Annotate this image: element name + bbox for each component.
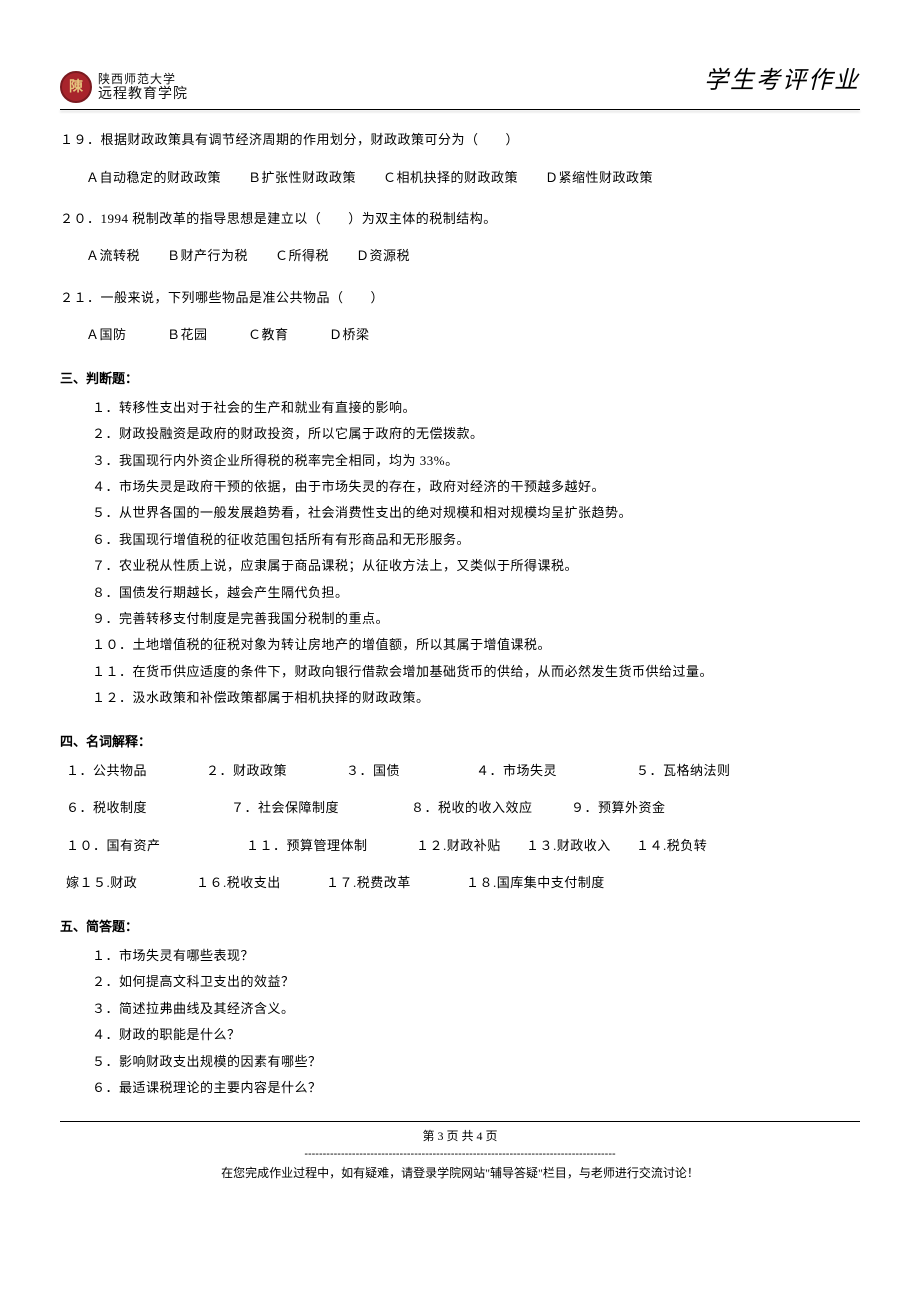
judgment-item: ２．财政投融资是政府的财政投资，所以它属于政府的无偿拨款。 (60, 422, 860, 445)
footer-dashed-line: ----------------------------------------… (60, 1148, 860, 1161)
term-item: １３.财政收入 (526, 834, 636, 857)
term-item: ７．社会保障制度 (231, 796, 411, 819)
short-answer-item: ３．简述拉弗曲线及其经济含义。 (60, 997, 860, 1020)
judgment-item: １２．汲水政策和补偿政策都属于相机抉择的财政政策。 (60, 686, 860, 709)
question-20: ２０．1994 税制改革的指导思想是建立以（ ）为双主体的税制结构。 (60, 207, 860, 230)
judgment-item: １．转移性支出对于社会的生产和就业有直接的影响。 (60, 396, 860, 419)
judgment-item: ４．市场失灵是政府干预的依据，由于市场失灵的存在，政府对经济的干预越多越好。 (60, 475, 860, 498)
page-title: 学生考评作业 (704, 60, 860, 103)
term-item: １．公共物品 (66, 759, 206, 782)
judgment-item: １０．土地增值税的征税对象为转让房地产的增值额，所以其属于增值课税。 (60, 633, 860, 656)
term-item: 嫁１５.财政 (66, 871, 196, 894)
judgment-item: １１．在货币供应适度的条件下，财政向银行借款会增加基础货币的供给，从而必然发生货… (60, 660, 860, 683)
terms-row: ６．税收制度７．社会保障制度８．税收的收入效应９．预算外资金 (60, 796, 860, 819)
judgment-item: ５．从世界各国的一般发展趋势看，社会消费性支出的绝对规模和相对规模均呈扩张趋势。 (60, 501, 860, 524)
terms-row: １０．国有资产１１．预算管理体制１２.财政补贴１３.财政收入１４.税负转 (60, 834, 860, 857)
term-item: ５．瓦格纳法则 (636, 759, 731, 782)
term-item: ２．财政政策 (206, 759, 346, 782)
section-3-list: １．转移性支出对于社会的生产和就业有直接的影响。 ２．财政投融资是政府的财政投资，… (60, 396, 860, 710)
term-item: １２.财政补贴 (416, 834, 526, 857)
question-20-options: Ａ流转税 Ｂ财产行为税 Ｃ所得税 Ｄ资源税 (60, 244, 860, 267)
section-4-title: 四、名词解释： (60, 730, 860, 753)
terms-row: １．公共物品２．财政政策３．国债４．市场失灵５．瓦格纳法则 (60, 759, 860, 782)
short-answer-item: ６．最适课税理论的主要内容是什么？ (60, 1076, 860, 1099)
page-number: 第 3 页 共 4 页 (60, 1126, 860, 1148)
section-5-title: 五、简答题： (60, 915, 860, 938)
question-19-options: Ａ自动稳定的财政政策 Ｂ扩张性财政政策 Ｃ相机抉择的财政政策 Ｄ紧缩性财政政策 (60, 166, 860, 189)
terms-row: 嫁１５.财政１６.税收支出１７.税费改革１８.国库集中支付制度 (60, 871, 860, 894)
term-item: １１．预算管理体制 (246, 834, 416, 857)
section-3-title: 三、判断题： (60, 367, 860, 390)
judgment-item: ３．我国现行内外资企业所得税的税率完全相同，均为 33%。 (60, 449, 860, 472)
judgment-item: ７．农业税从性质上说，应隶属于商品课税；从征收方法上，又类似于所得课税。 (60, 554, 860, 577)
term-item: ３．国债 (346, 759, 476, 782)
header-divider (60, 109, 860, 110)
logo-text: 陕西师范大学 远程教育学院 (98, 73, 188, 102)
footer-note: 在您完成作业过程中，如有疑难，请登录学院网站"辅导答疑"栏目，与老师进行交流讨论… (60, 1163, 860, 1185)
university-seal-icon: 陳 (60, 71, 92, 103)
short-answer-item: １．市场失灵有哪些表现？ (60, 944, 860, 967)
term-item: ６．税收制度 (66, 796, 231, 819)
judgment-item: ８．国债发行期越长，越会产生隔代负担。 (60, 581, 860, 604)
term-item: ９．预算外资金 (571, 796, 666, 819)
term-item: １６.税收支出 (196, 871, 326, 894)
page-header: 陳 陕西师范大学 远程教育学院 学生考评作业 (60, 60, 860, 103)
term-item: １４.税负转 (636, 834, 707, 857)
term-item: １０．国有资产 (66, 834, 246, 857)
short-answer-item: ２．如何提高文科卫支出的效益？ (60, 970, 860, 993)
department-name: 远程教育学院 (98, 86, 188, 101)
question-21-options: Ａ国防 Ｂ花园 Ｃ教育 Ｄ桥梁 (60, 323, 860, 346)
term-item: ８．税收的收入效应 (411, 796, 571, 819)
judgment-item: ９．完善转移支付制度是完善我国分税制的重点。 (60, 607, 860, 630)
section-4-terms: １．公共物品２．财政政策３．国债４．市场失灵５．瓦格纳法则 ６．税收制度７．社会保… (60, 759, 860, 895)
footer-divider (60, 1121, 860, 1122)
short-answer-item: ４．财政的职能是什么？ (60, 1023, 860, 1046)
section-5-list: １．市场失灵有哪些表现？ ２．如何提高文科卫支出的效益？ ３．简述拉弗曲线及其经济含… (60, 944, 860, 1099)
term-item: １８.国库集中支付制度 (466, 871, 605, 894)
question-19: １９．根据财政政策具有调节经济周期的作用划分，财政政策可分为（ ） (60, 128, 860, 151)
short-answer-item: ５．影响财政支出规模的因素有哪些？ (60, 1050, 860, 1073)
logo-block: 陳 陕西师范大学 远程教育学院 (60, 71, 188, 103)
judgment-item: ６．我国现行增值税的征收范围包括所有有形商品和无形服务。 (60, 528, 860, 551)
question-21: ２１．一般来说，下列哪些物品是准公共物品（ ） (60, 286, 860, 309)
term-item: １７.税费改革 (326, 871, 466, 894)
term-item: ４．市场失灵 (476, 759, 636, 782)
